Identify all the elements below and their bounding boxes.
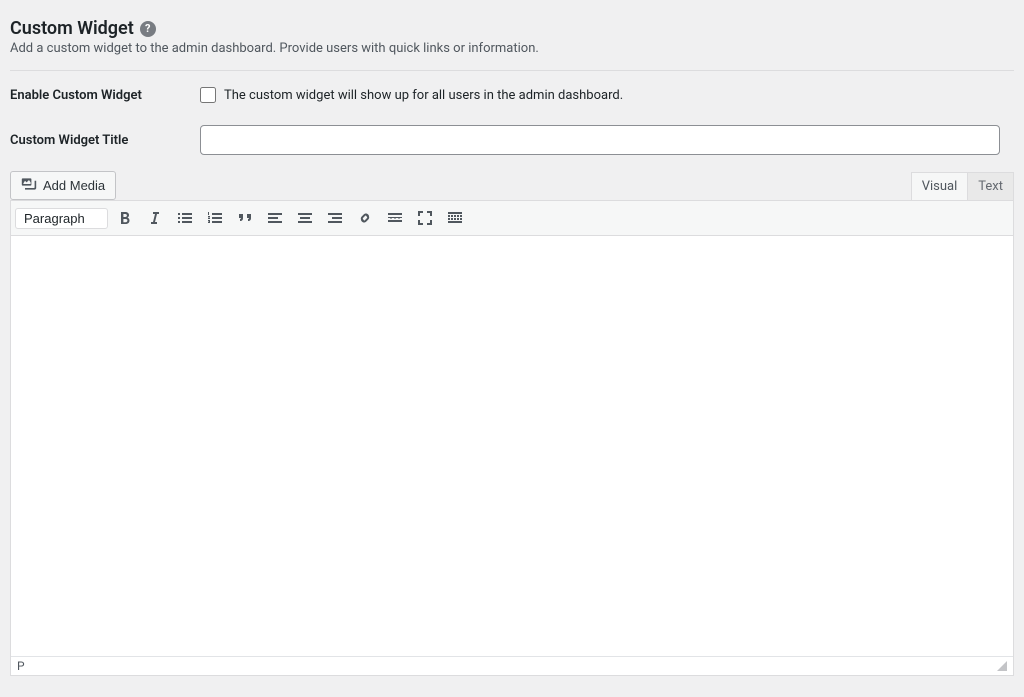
enable-checkbox-wrap[interactable]: The custom widget will show up for all u… xyxy=(200,87,1014,103)
editor-toolbar: Paragraph xyxy=(11,201,1013,236)
fullscreen-icon[interactable] xyxy=(412,205,438,231)
resize-handle-icon[interactable] xyxy=(997,661,1007,671)
enable-desc: The custom widget will show up for all u… xyxy=(224,88,623,103)
bullet-list-icon[interactable] xyxy=(172,205,198,231)
section-title: Custom Widget ? xyxy=(10,18,156,39)
enable-row: Enable Custom Widget The custom widget w… xyxy=(10,87,1014,103)
enable-checkbox[interactable] xyxy=(200,87,216,103)
section-title-text: Custom Widget xyxy=(10,18,134,39)
title-label: Custom Widget Title xyxy=(10,133,200,148)
link-icon[interactable] xyxy=(352,205,378,231)
align-left-icon[interactable] xyxy=(262,205,288,231)
blockquote-icon[interactable] xyxy=(232,205,258,231)
editor-tabs: Visual Text xyxy=(911,172,1014,200)
add-media-label: Add Media xyxy=(43,178,105,193)
editor-header: Add Media Visual Text xyxy=(10,171,1014,200)
divider xyxy=(10,70,1014,71)
toolbar-toggle-icon[interactable] xyxy=(442,205,468,231)
status-path: P xyxy=(17,659,25,673)
tab-text[interactable]: Text xyxy=(968,172,1014,200)
media-icon xyxy=(21,176,37,195)
editor-statusbar: P xyxy=(11,656,1013,675)
section-description: Add a custom widget to the admin dashboa… xyxy=(10,41,1014,56)
enable-label: Enable Custom Widget xyxy=(10,88,200,103)
bold-icon[interactable] xyxy=(112,205,138,231)
editor-content-area[interactable] xyxy=(11,236,1013,656)
format-select[interactable]: Paragraph xyxy=(15,208,108,229)
read-more-icon[interactable] xyxy=(382,205,408,231)
align-center-icon[interactable] xyxy=(292,205,318,231)
tab-visual[interactable]: Visual xyxy=(911,172,969,200)
add-media-button[interactable]: Add Media xyxy=(10,171,116,200)
widget-title-input[interactable] xyxy=(200,125,1000,155)
numbered-list-icon[interactable] xyxy=(202,205,228,231)
editor-container: Paragraph xyxy=(10,200,1014,676)
align-right-icon[interactable] xyxy=(322,205,348,231)
help-icon[interactable]: ? xyxy=(140,21,156,37)
italic-icon[interactable] xyxy=(142,205,168,231)
title-row: Custom Widget Title xyxy=(10,125,1014,155)
